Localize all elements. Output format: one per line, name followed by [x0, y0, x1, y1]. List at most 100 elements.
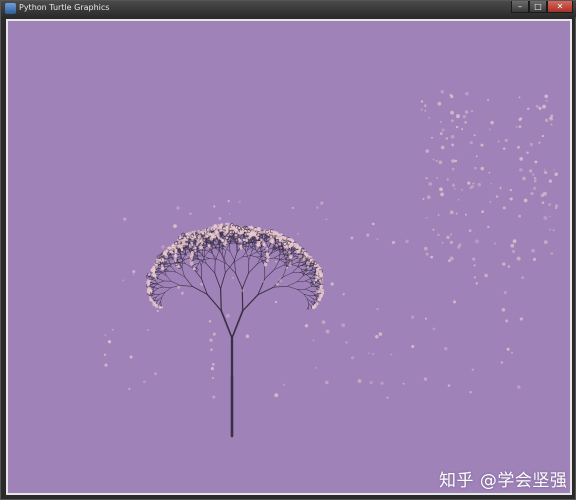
blossom-dot: [473, 276, 476, 279]
turtle-canvas[interactable]: [6, 19, 572, 495]
blossom-dot: [312, 306, 315, 309]
blossom-dot: [432, 158, 435, 161]
branch-segment: [297, 289, 305, 295]
blossom-dot: [554, 172, 558, 177]
branch-segment: [287, 281, 298, 287]
blossom-dot: [296, 232, 300, 235]
blossom-dot: [241, 289, 245, 293]
blossom-dot: [317, 290, 321, 294]
blossom-dot: [208, 319, 212, 323]
blossom-dot: [468, 229, 472, 233]
blossom-dot: [298, 254, 303, 259]
branch-segment: [168, 263, 173, 267]
blossom-dot: [185, 242, 189, 246]
blossom-dot: [543, 168, 546, 171]
blossom-dot: [212, 395, 216, 399]
blossom-dot: [510, 243, 515, 248]
blossom-dot: [489, 200, 492, 204]
branch-segment: [315, 284, 320, 287]
fractal-tree-drawing: [103, 90, 559, 438]
blossom-dot: [550, 114, 554, 118]
branch-segment: [261, 256, 266, 258]
blossom-dot: [538, 106, 542, 110]
blossom-dot: [428, 117, 431, 119]
blossom-dot: [155, 263, 158, 266]
branch-segment: [278, 255, 286, 261]
blossom-dot: [245, 334, 250, 338]
blossom-dot: [532, 186, 537, 191]
branch-segment: [158, 284, 164, 288]
blossom-dot: [531, 248, 535, 253]
close-button[interactable]: ✕: [547, 1, 573, 13]
blossom-dot: [470, 184, 475, 189]
branch-segment: [170, 280, 181, 286]
blossom-dot: [446, 178, 449, 181]
blossom-dot: [420, 108, 423, 111]
blossom-dot: [189, 212, 192, 216]
blossom-dot: [499, 187, 502, 190]
blossom-dot: [440, 192, 444, 197]
branch-segment: [234, 259, 236, 274]
blossom-dot: [530, 192, 534, 196]
blossom-dot: [224, 240, 227, 243]
blossom-dot: [411, 344, 415, 349]
blossom-dot: [439, 132, 443, 136]
blossom-dot: [432, 228, 435, 231]
blossom-dot: [484, 273, 488, 278]
blossom-dot: [516, 256, 521, 261]
blossom-dot: [477, 183, 482, 187]
blossom-dot: [490, 182, 493, 185]
blossom-dot: [176, 206, 180, 210]
blossom-dot: [321, 320, 326, 324]
blossom-dot: [274, 393, 279, 398]
blossom-dot: [378, 332, 383, 336]
blossom-dot: [167, 246, 171, 250]
branch-segment: [305, 288, 312, 292]
blossom-dot: [275, 260, 278, 263]
minimize-button[interactable]: –: [511, 1, 529, 13]
blossom-dot: [152, 267, 156, 271]
blossom-dot: [249, 234, 252, 237]
branch-segment: [273, 254, 280, 259]
branch-segment: [206, 293, 222, 312]
blossom-dot: [143, 380, 146, 384]
blossom-dot: [104, 363, 108, 367]
blossom-dot: [441, 128, 445, 132]
blossom-dot: [555, 204, 559, 208]
blossom-dot: [544, 94, 548, 99]
blossom-dot: [191, 230, 194, 233]
branch-segment: [229, 243, 231, 252]
blossom-dot: [190, 241, 193, 244]
blossom-dot: [341, 323, 346, 328]
blossom-dot: [199, 245, 204, 250]
branch-segment: [155, 280, 159, 285]
blossom-dot: [518, 214, 522, 218]
branch-segment: [165, 258, 170, 260]
blossom-dot: [224, 230, 228, 234]
blossom-dot: [132, 273, 135, 276]
blossom-dot: [180, 291, 184, 295]
blossom-dot: [176, 245, 180, 249]
blossom-dot: [375, 334, 379, 339]
blossom-dot: [190, 250, 195, 255]
blossom-dot: [325, 329, 330, 334]
blossom-dot: [425, 149, 429, 153]
blossom-dot: [275, 244, 278, 247]
blossom-dot: [376, 307, 379, 311]
blossom-dot: [179, 234, 183, 239]
title-bar[interactable]: Python Turtle Graphics – □ ✕: [1, 1, 576, 17]
blossom-dot: [474, 166, 477, 170]
blossom-dot: [425, 252, 429, 256]
branch-segment: [184, 276, 193, 287]
branch-segment: [305, 286, 312, 290]
branch-segment: [255, 250, 262, 257]
maximize-button[interactable]: □: [529, 1, 547, 13]
blossom-dot: [449, 210, 454, 215]
branch-segment: [163, 286, 171, 289]
blossom-dot: [529, 142, 534, 147]
blossom-dot: [455, 125, 459, 129]
blossom-dot: [440, 90, 445, 94]
blossom-dot: [548, 203, 552, 207]
blossom-dot: [450, 119, 454, 123]
blossom-dot: [526, 151, 529, 154]
